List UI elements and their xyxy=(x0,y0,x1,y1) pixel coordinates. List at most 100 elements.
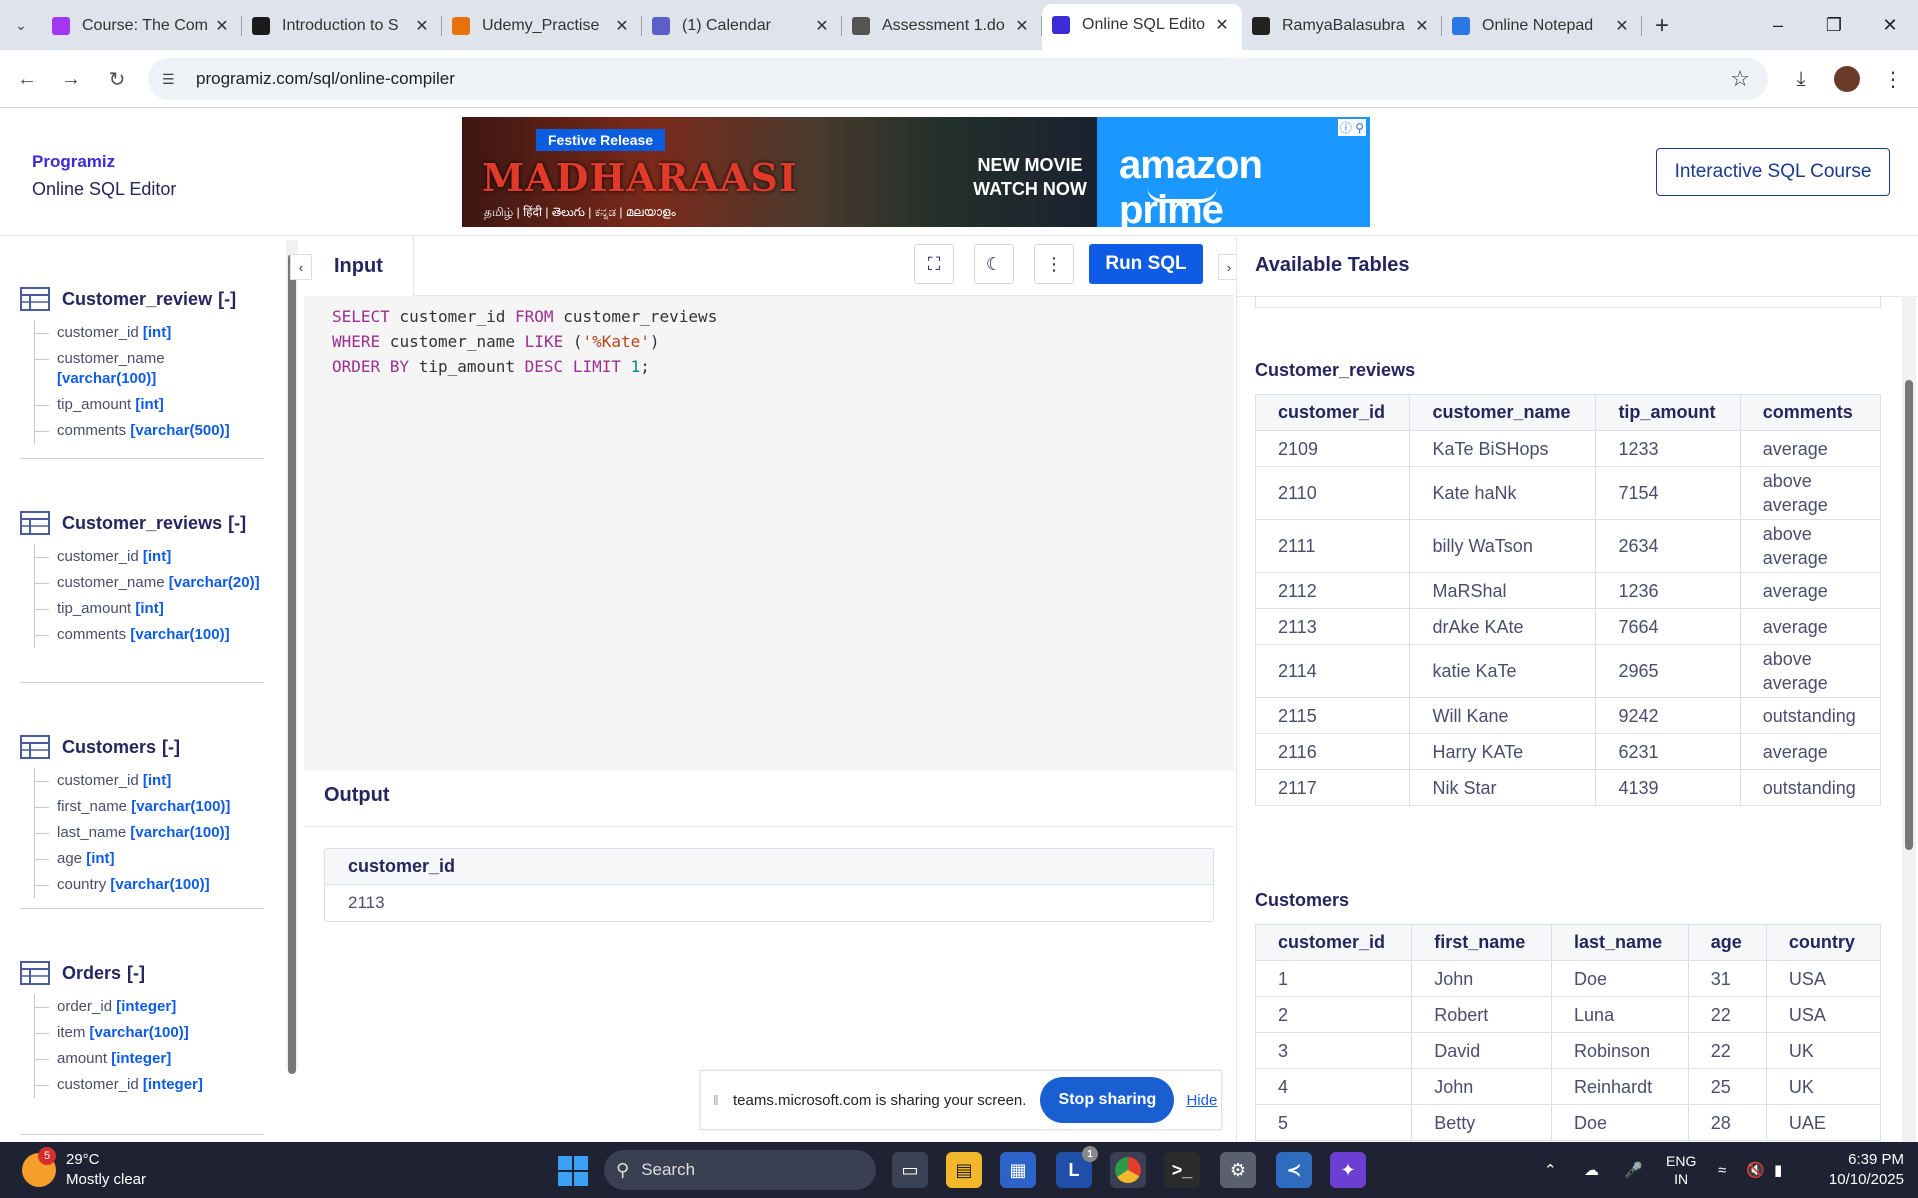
drag-handle-icon[interactable]: ‖ xyxy=(713,1092,723,1108)
task-view-icon[interactable]: ▭ xyxy=(892,1152,928,1188)
column-name: country xyxy=(57,876,107,893)
bookmark-star-icon[interactable]: ☆ xyxy=(1730,66,1750,92)
language-indicator[interactable]: ENG IN xyxy=(1666,1142,1696,1198)
menu-dots-icon[interactable]: ⋮ xyxy=(1878,64,1908,94)
forward-icon[interactable]: → xyxy=(56,64,86,94)
volume-mute-icon[interactable]: 🔇 xyxy=(1746,1142,1765,1198)
fullscreen-icon[interactable]: ⛶ xyxy=(914,244,954,284)
table-cell: 2114 xyxy=(1254,644,1411,698)
browser-tab[interactable]: Online SQL Edito ✕ xyxy=(1042,4,1242,50)
sql-code-editor[interactable]: SELECT customer_id FROM customer_reviews… xyxy=(304,296,1234,771)
sql-text: customer_reviews xyxy=(553,307,718,326)
wifi-icon[interactable]: ≈ xyxy=(1718,1142,1726,1198)
column-type: [varchar(20)] xyxy=(168,574,260,591)
store-icon[interactable]: ▦ xyxy=(1000,1152,1036,1188)
programiz-logo[interactable]: Programiz xyxy=(32,152,115,172)
collapse-left-icon[interactable]: ‹ xyxy=(290,254,312,280)
tab-close-icon[interactable]: ✕ xyxy=(812,16,832,36)
browser-tab[interactable]: RamyaBalasubra ✕ xyxy=(1242,6,1442,46)
run-sql-button[interactable]: Run SQL xyxy=(1089,244,1203,284)
site-info-icon[interactable]: ☰ xyxy=(162,71,184,88)
url-text[interactable]: programiz.com/sql/online-compiler xyxy=(196,69,455,89)
tab-close-icon[interactable]: ✕ xyxy=(212,16,232,36)
new-tab-button[interactable]: + xyxy=(1642,6,1682,46)
windows-start-icon[interactable] xyxy=(558,1156,588,1186)
browser-tab[interactable]: (1) Calendar ✕ xyxy=(642,6,842,46)
file-explorer-icon[interactable]: ▤ xyxy=(946,1152,982,1188)
collapse-toggle[interactable]: [-] xyxy=(162,737,180,758)
microphone-icon[interactable]: 🎤 xyxy=(1624,1142,1643,1198)
tab-close-icon[interactable]: ✕ xyxy=(1012,16,1032,36)
advertisement-banner[interactable]: Festive Release MADHARAASI தமிழ் | हिंदी… xyxy=(462,117,1370,227)
panel-scrollbar[interactable] xyxy=(1902,296,1916,1142)
back-icon[interactable]: ← xyxy=(12,64,42,94)
reload-icon[interactable]: ↻ xyxy=(102,64,132,94)
restore-icon[interactable]: ❐ xyxy=(1806,0,1862,50)
tab-close-icon[interactable]: ✕ xyxy=(612,16,632,36)
tray-cloud-icon[interactable]: ☁ xyxy=(1584,1142,1599,1198)
tab-search-icon[interactable]: ⌄ xyxy=(0,0,42,50)
table-cell: USA xyxy=(1765,960,1882,997)
l-app-icon[interactable]: L1 xyxy=(1056,1146,1098,1188)
sql-keyword: DESC LIMIT xyxy=(524,357,621,376)
sidebar-scrollbar[interactable] xyxy=(286,240,298,1074)
minimize-icon[interactable]: – xyxy=(1750,0,1806,50)
stop-sharing-button[interactable]: Stop sharing xyxy=(1040,1077,1175,1123)
browser-tab[interactable]: Online Notepad ✕ xyxy=(1442,6,1642,46)
table-cell: above average xyxy=(1739,644,1882,698)
interactive-sql-course-button[interactable]: Interactive SQL Course xyxy=(1656,148,1890,196)
browser-tab[interactable]: Course: The Com ✕ xyxy=(42,6,242,46)
dark-mode-icon[interactable]: ☾ xyxy=(974,244,1014,284)
sidebar-scroll-thumb[interactable] xyxy=(288,254,296,1074)
input-tab[interactable]: Input xyxy=(304,236,414,296)
vscode-icon[interactable]: ≺ xyxy=(1276,1152,1312,1188)
browser-tab[interactable]: Introduction to S ✕ xyxy=(242,6,442,46)
table-cell: average xyxy=(1739,430,1882,467)
table-row: 2 Robert Luna 22 USA xyxy=(1254,996,1882,1033)
settings-gear-icon[interactable]: ⚙ xyxy=(1220,1152,1256,1188)
hide-link[interactable]: Hide xyxy=(1186,1092,1217,1109)
weather-widget[interactable]: 5 29°C Mostly clear xyxy=(22,1147,146,1190)
column-type: [varchar(100)] xyxy=(130,626,230,643)
table-cell: 2113 xyxy=(1254,608,1411,645)
browser-tab[interactable]: Assessment 1.do ✕ xyxy=(842,6,1042,46)
column-name: order_id xyxy=(57,998,113,1015)
ad-info-icon[interactable]: ⓘ ⚲ xyxy=(1337,119,1366,136)
chrome-icon[interactable] xyxy=(1110,1152,1146,1188)
profile-avatar[interactable] xyxy=(1834,66,1860,92)
collapse-toggle[interactable]: [-] xyxy=(228,513,246,534)
browser-tab[interactable]: Udemy_Practise ✕ xyxy=(442,6,642,46)
collapse-toggle[interactable]: [-] xyxy=(218,289,236,310)
output-divider xyxy=(304,826,1234,827)
tab-close-icon[interactable]: ✕ xyxy=(1612,16,1632,36)
panel-scroll-thumb[interactable] xyxy=(1905,380,1913,850)
schema-table-header[interactable]: Orders [-] xyxy=(20,958,265,988)
tab-close-icon[interactable]: ✕ xyxy=(1212,15,1232,35)
omnibox[interactable]: ☰ programiz.com/sql/online-compiler ☆ xyxy=(148,58,1768,100)
schema-table-header[interactable]: Customers [-] xyxy=(20,732,265,762)
schema-table-header[interactable]: Customer_review [-] xyxy=(20,284,265,314)
weather-badge: 5 xyxy=(38,1147,56,1165)
terminal-icon[interactable]: >_ xyxy=(1164,1152,1200,1188)
collapse-toggle[interactable]: [-] xyxy=(127,963,145,984)
download-icon[interactable]: ⤓ xyxy=(1786,64,1816,94)
column-type: [int] xyxy=(142,772,172,789)
schema-table-header[interactable]: Customer_reviews [-] xyxy=(20,508,265,538)
system-clock[interactable]: 6:39 PM 10/10/2025 xyxy=(1820,1150,1904,1190)
more-options-icon[interactable]: ⋮ xyxy=(1034,244,1074,284)
tab-close-icon[interactable]: ✕ xyxy=(412,16,432,36)
taskbar-search[interactable]: ⚲ Search xyxy=(604,1150,876,1190)
battery-icon[interactable]: ▮ xyxy=(1774,1142,1782,1198)
sql-text: ( xyxy=(563,332,583,351)
tab-close-icon[interactable]: ✕ xyxy=(1412,16,1432,36)
table-cell: 2112 xyxy=(1254,572,1411,609)
table-cell: Doe xyxy=(1551,1104,1689,1141)
close-window-icon[interactable]: ✕ xyxy=(1862,0,1918,50)
copilot-icon[interactable]: ✦ xyxy=(1330,1152,1366,1188)
table-cell: 2109 xyxy=(1254,430,1411,467)
tray-chevron-icon[interactable]: ⌃ xyxy=(1544,1142,1557,1198)
table-cell: Kate haNk xyxy=(1409,466,1597,520)
table-row: 2111 billy WaTson 2634 above average xyxy=(1254,519,1882,573)
table-icon xyxy=(20,287,50,311)
tab-title: (1) Calendar xyxy=(682,17,771,34)
